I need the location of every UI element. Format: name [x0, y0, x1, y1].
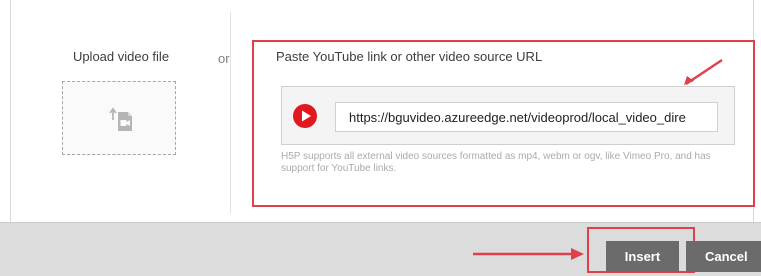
upload-video-icon — [109, 107, 132, 131]
upload-title: Upload video file — [72, 49, 170, 64]
url-source-title: Paste YouTube link or other video source… — [276, 49, 543, 64]
upload-video-dropzone[interactable] — [62, 81, 176, 155]
dialog-body: Upload video file or Paste YouTube link … — [0, 0, 761, 222]
or-separator: or — [218, 51, 230, 66]
video-url-input[interactable] — [335, 102, 718, 132]
dialog-left-border — [10, 0, 11, 222]
youtube-play-icon — [293, 104, 317, 128]
insert-button[interactable]: Insert — [606, 241, 679, 272]
upload-column: Upload video file — [56, 48, 182, 155]
url-input-wrapper — [281, 86, 735, 145]
cancel-button[interactable]: Cancel — [686, 241, 761, 272]
url-help-text: H5P supports all external video sources … — [281, 151, 711, 174]
column-divider — [230, 12, 231, 214]
